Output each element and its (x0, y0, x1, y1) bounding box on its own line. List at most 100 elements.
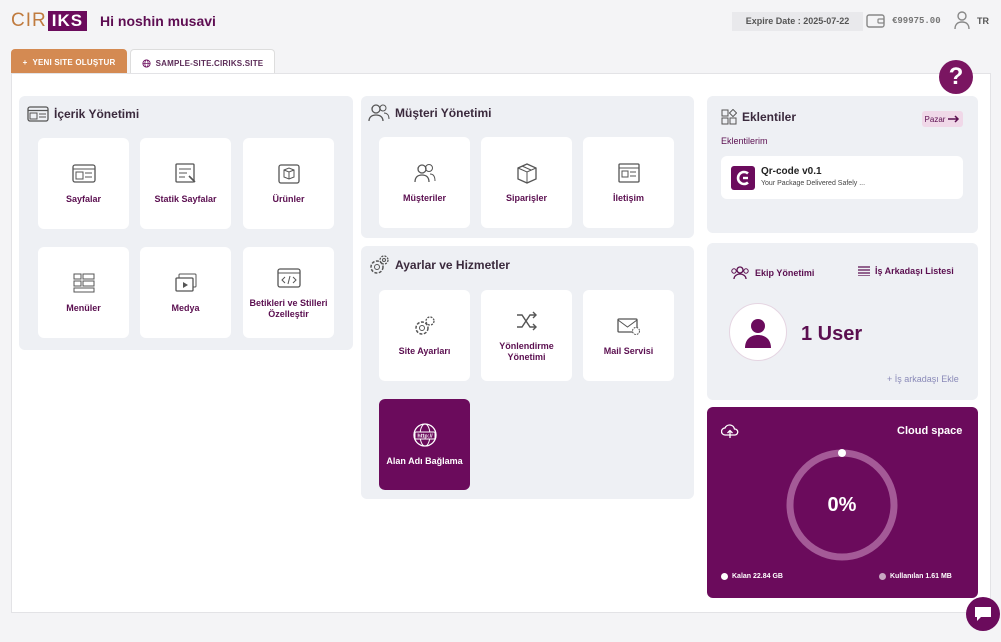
products-icon (276, 162, 302, 186)
card-media-label: Medya (171, 303, 200, 313)
card-products[interactable]: Ürünler (243, 138, 334, 229)
plugin-description: Your Package Delivered Safely ... (761, 180, 866, 187)
customer-management-panel: Müşteri Yönetimi Müşteriler Siparişler İ… (361, 96, 694, 238)
team-management-link[interactable]: Ekip Yönetimi (730, 266, 814, 280)
card-site-settings-label: Site Ayarları (398, 346, 451, 356)
market-label: Pazar (924, 114, 946, 124)
card-redirects-label: Yönlendirme Yönetimi (499, 340, 554, 362)
avatar (729, 303, 787, 361)
content-management-title: İçerik Yönetimi (54, 107, 140, 121)
coworker-list-link[interactable]: İş Arkadaşı Listesi (858, 266, 954, 276)
greeting: Hi noshin musavi (100, 13, 216, 29)
card-mail-service[interactable]: Mail Servisi (583, 290, 674, 381)
users-icon (368, 103, 390, 123)
user-icon[interactable] (953, 10, 971, 30)
language-switch[interactable]: TR (977, 16, 989, 26)
card-static-pages[interactable]: Statik Sayfalar (140, 138, 231, 229)
expire-date: Expire Date : 2025-07-22 (732, 12, 863, 31)
settings-services-panel: Ayarlar ve Hizmetler Site Ayarları Yönle… (361, 246, 694, 499)
card-mail-service-label: Mail Servisi (603, 346, 654, 356)
card-orders[interactable]: Siparişler (481, 137, 572, 228)
customers-icon (412, 161, 438, 185)
card-customers[interactable]: Müşteriler (379, 137, 470, 228)
wallet-icon (866, 13, 886, 29)
http-globe-icon: http:// (412, 422, 438, 448)
remaining-dot (721, 573, 728, 580)
card-static-pages-label: Statik Sayfalar (154, 194, 217, 204)
media-icon (173, 271, 199, 295)
plugin-logo (731, 166, 755, 190)
card-contact[interactable]: İletişim (583, 137, 674, 228)
plugin-qr-code[interactable]: Qr-code v0.1 Your Package Delivered Safe… (721, 156, 963, 199)
cloud-space-panel: Cloud space 0% Kalan 22.84 GB Kullanılan… (707, 407, 978, 598)
content-management-panel: İçerik Yönetimi Sayfalar Statik Sayfalar… (19, 96, 353, 350)
plugins-title-row: Eklentiler (721, 109, 796, 125)
static-pages-icon (173, 162, 199, 186)
plugin-name: Qr-code v0.1 (761, 166, 822, 177)
content-management-icon (27, 105, 49, 123)
gauge-marker (838, 449, 846, 457)
market-button[interactable]: Pazar (922, 111, 963, 127)
settings-services-title: Ayarlar ve Hizmetler (395, 258, 510, 272)
logo[interactable]: CIR IKS (11, 10, 88, 31)
list-icon (858, 266, 870, 276)
tab-sample-site[interactable]: SAMPLE-SITE.CIRIKS.SITE (130, 49, 275, 76)
card-contact-label: İletişim (612, 193, 644, 203)
used-legend: Kullanılan 1.61 MB (879, 573, 952, 580)
pages-icon (71, 162, 97, 186)
plugins-title: Eklentiler (742, 110, 797, 124)
globe-icon (142, 58, 151, 68)
content-management-title-row: İçerik Yönetimi (27, 105, 139, 123)
chat-button[interactable] (966, 597, 1000, 631)
team-panel: Ekip Yönetimi İş Arkadaşı Listesi 1 User… (707, 243, 978, 400)
card-products-label: Ürünler (272, 194, 305, 204)
top-bar: CIR IKS Hi noshin musavi Expire Date : 2… (0, 0, 1001, 44)
card-domain-binding-label: Alan Adı Bağlama (386, 456, 463, 466)
my-plugins-label: Eklentilerim (721, 136, 768, 146)
card-redirects[interactable]: Yönlendirme Yönetimi (481, 290, 572, 381)
help-button[interactable]: ? (939, 60, 973, 94)
tab-site-label: SAMPLE-SITE.CIRIKS.SITE (155, 58, 264, 68)
plugins-panel: Eklentiler Pazar Eklentilerim Qr-code v0… (707, 96, 978, 233)
remaining-legend: Kalan 22.84 GB (721, 573, 783, 580)
card-menus[interactable]: Menüler (38, 247, 129, 338)
team-icon (730, 266, 750, 280)
customer-management-title-row: Müşteri Yönetimi (368, 103, 491, 123)
arrow-right-icon (948, 115, 960, 123)
card-scripts-styles-label: Betikleri ve Stilleri Özelleştir (249, 297, 328, 319)
storage-percent: 0% (827, 494, 857, 516)
gears-icon (368, 254, 390, 276)
customer-management-title: Müşteri Yönetimi (395, 106, 492, 120)
tab-new-site[interactable]: + YENI SITE OLUŞTUR (11, 49, 127, 75)
coworker-list-label: İş Arkadaşı Listesi (875, 266, 954, 276)
card-scripts-styles[interactable]: Betikleri ve Stilleri Özelleştir (243, 247, 334, 338)
card-site-settings[interactable]: Site Ayarları (379, 290, 470, 381)
card-domain-binding[interactable]: http:// Alan Adı Bağlama (379, 399, 470, 490)
remaining-label: Kalan 22.84 GB (732, 573, 783, 580)
card-pages-label: Sayfalar (65, 194, 102, 204)
logo-text-left: CIR (11, 10, 47, 31)
menus-icon (71, 271, 97, 295)
plus-icon: + (22, 57, 28, 67)
used-label: Kullanılan 1.61 MB (890, 573, 952, 580)
card-customers-label: Müşteriler (402, 193, 446, 203)
settings-services-title-row: Ayarlar ve Hizmetler (368, 254, 510, 276)
shuffle-icon (514, 309, 540, 333)
contact-icon (616, 161, 642, 185)
add-coworker-link[interactable]: + İş arkadaşı Ekle (887, 374, 959, 384)
balance: €99975.00 (892, 16, 941, 26)
user-count: 1 User (801, 323, 863, 345)
orders-icon (514, 161, 540, 185)
card-media[interactable]: Medya (140, 247, 231, 338)
cloud-upload-icon (721, 423, 739, 439)
settings-icon (412, 314, 438, 338)
plugins-icon (721, 109, 737, 125)
used-dot (879, 573, 886, 580)
card-menus-label: Menüler (66, 303, 101, 313)
logo-text-right: IKS (47, 11, 88, 31)
mail-settings-icon (616, 314, 642, 338)
chat-icon (973, 605, 993, 623)
card-pages[interactable]: Sayfalar (38, 138, 129, 229)
cloud-space-title: Cloud space (897, 425, 963, 437)
person-icon (741, 315, 775, 349)
